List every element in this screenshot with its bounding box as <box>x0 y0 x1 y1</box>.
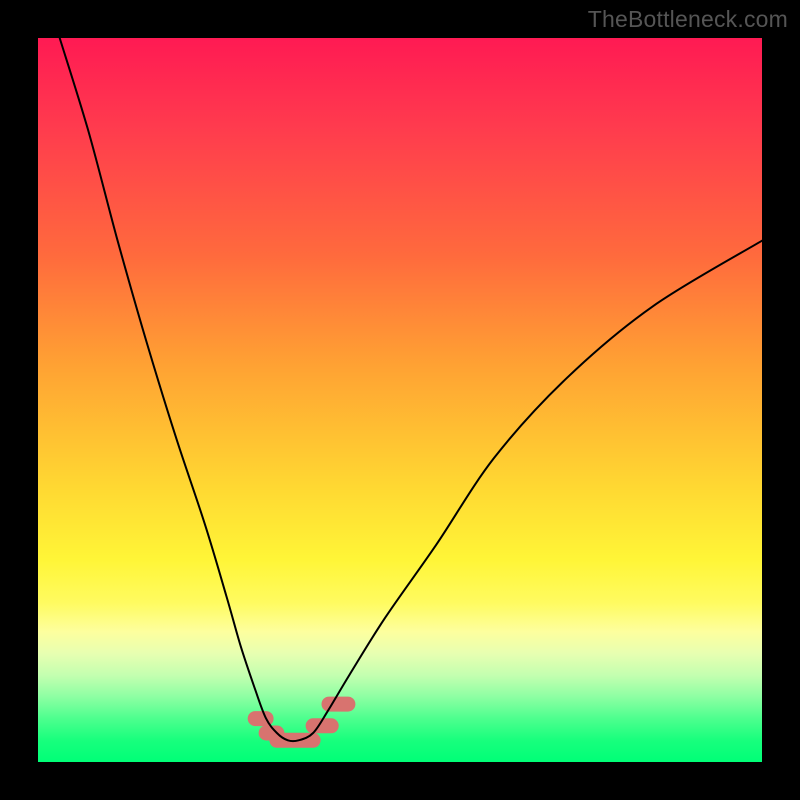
watermark-label: TheBottleneck.com <box>588 6 788 33</box>
chart-svg <box>38 38 762 762</box>
bottleneck-curve-line <box>60 38 762 741</box>
chart-plot-area <box>38 38 762 762</box>
